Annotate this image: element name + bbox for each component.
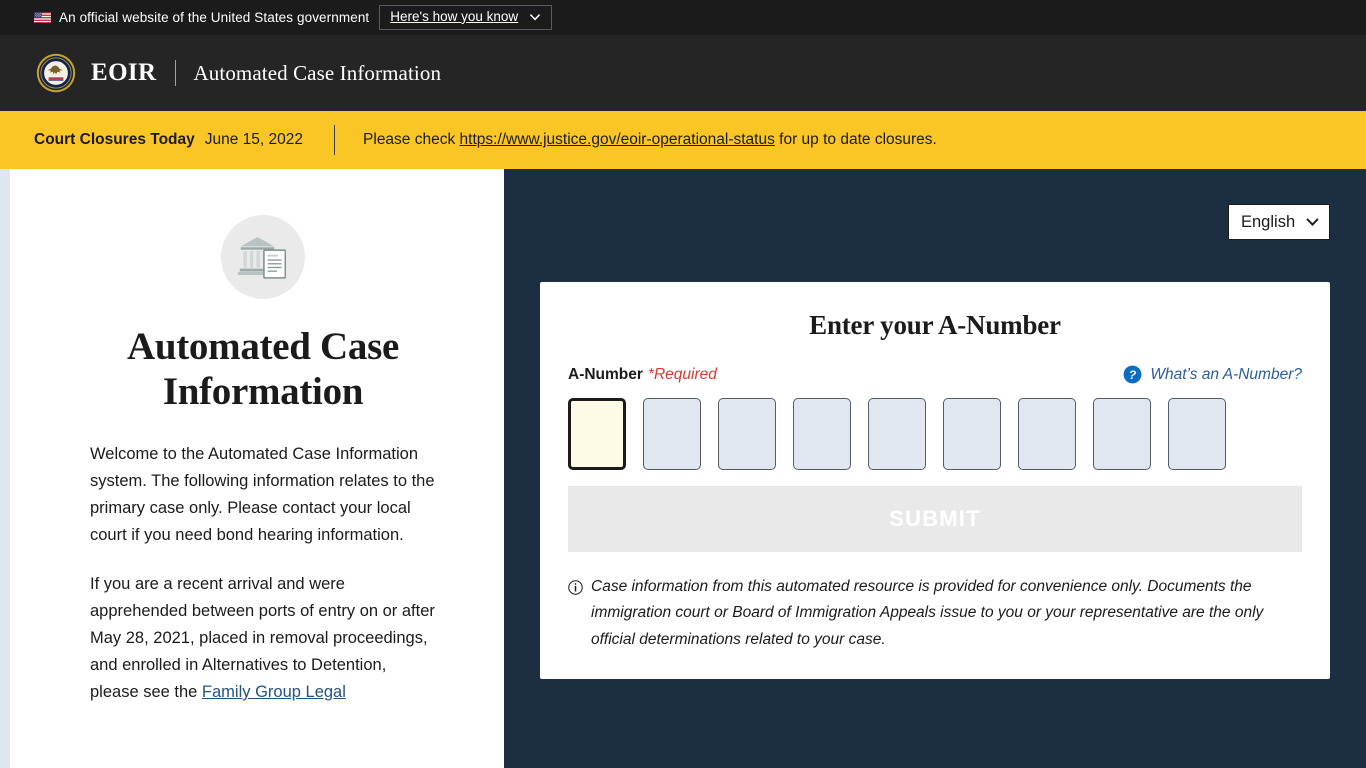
usa-official-banner: An official website of the United States… (0, 0, 1366, 35)
a-number-digit-5[interactable] (868, 398, 926, 470)
whats-an-a-number-link[interactable]: ? What’s an A-Number? (1123, 365, 1302, 384)
a-number-digit-8[interactable] (1093, 398, 1151, 470)
digit-group-3 (1018, 398, 1226, 470)
a-number-digit-1[interactable] (568, 398, 626, 470)
field-label-row: A-Number *Required ? What’s an A-Number? (568, 365, 1302, 384)
a-number-label-group: A-Number *Required (568, 366, 717, 384)
disclaimer-text: Case information from this automated res… (591, 578, 1264, 648)
alert-date: June 15, 2022 (204, 131, 304, 148)
digit-group-2 (793, 398, 1001, 470)
doj-seal-icon (36, 53, 76, 93)
required-marker: *Required (647, 365, 717, 383)
a-number-form-card: Enter your A-Number A-Number *Required ? … (540, 282, 1330, 680)
court-closures-alert: Court Closures Today June 15, 2022 Pleas… (0, 111, 1366, 169)
submit-button[interactable]: SUBMIT (568, 486, 1302, 552)
chevron-down-icon (530, 14, 541, 21)
info-panel: Automated Case Information Welcome to th… (10, 169, 504, 768)
family-group-legal-link[interactable]: Family Group Legal (202, 683, 346, 701)
courthouse-document-glyph (237, 236, 287, 279)
brand-divider (174, 60, 176, 86)
info-paragraph-1: Welcome to the Automated Case Informatio… (90, 444, 435, 544)
a-number-digit-3[interactable] (718, 398, 776, 470)
alert-divider (334, 125, 336, 155)
page-title: Automated Case Information (126, 325, 400, 413)
a-number-digit-9[interactable] (1168, 398, 1226, 470)
disclaimer: Case information from this automated res… (568, 574, 1302, 653)
form-title: Enter your A-Number (809, 310, 1061, 340)
courthouse-document-icon (221, 215, 305, 299)
left-rail (0, 169, 10, 768)
us-flag-icon (34, 12, 51, 23)
a-number-digit-7[interactable] (1018, 398, 1076, 470)
question-mark-circle-icon: ? (1123, 365, 1142, 384)
language-select[interactable]: English (1228, 204, 1330, 240)
a-number-digit-6[interactable] (943, 398, 1001, 470)
a-number-input-row (568, 398, 1302, 470)
language-select-wrapper: English (1228, 204, 1330, 240)
heres-how-you-know-button[interactable]: Here's how you know (379, 4, 553, 31)
brand-eoir: EOIR (91, 59, 157, 86)
svg-text:?: ? (1129, 368, 1137, 382)
alert-message: Please check https://www.justice.gov/eoi… (363, 131, 937, 149)
a-number-label: A-Number (568, 365, 643, 383)
info-paragraph-2: If you are a recent arrival and were app… (90, 571, 436, 706)
brand-subtitle: Automated Case Information (193, 60, 442, 85)
whats-an-a-number-label: What’s an A-Number? (1150, 365, 1302, 383)
form-panel: English Enter your A-Number A-Number *Req… (504, 169, 1366, 768)
usa-banner-text: An official website of the United States… (59, 10, 370, 25)
alert-message-prefix: Please check (363, 131, 460, 148)
a-number-digit-2[interactable] (643, 398, 701, 470)
heres-how-you-know-label: Here's how you know (390, 8, 519, 24)
info-circle-icon (568, 580, 583, 595)
site-header: EOIR Automated Case Information (0, 35, 1366, 111)
eoir-operational-status-link[interactable]: https://www.justice.gov/eoir-operational… (460, 131, 775, 148)
alert-title: Court Closures Today (34, 131, 195, 148)
digit-group-1 (568, 398, 776, 470)
a-number-digit-4[interactable] (793, 398, 851, 470)
alert-message-suffix: for up to date closures. (774, 131, 937, 148)
main-content: Automated Case Information Welcome to th… (0, 169, 1366, 768)
language-selector-row: English (540, 169, 1330, 240)
